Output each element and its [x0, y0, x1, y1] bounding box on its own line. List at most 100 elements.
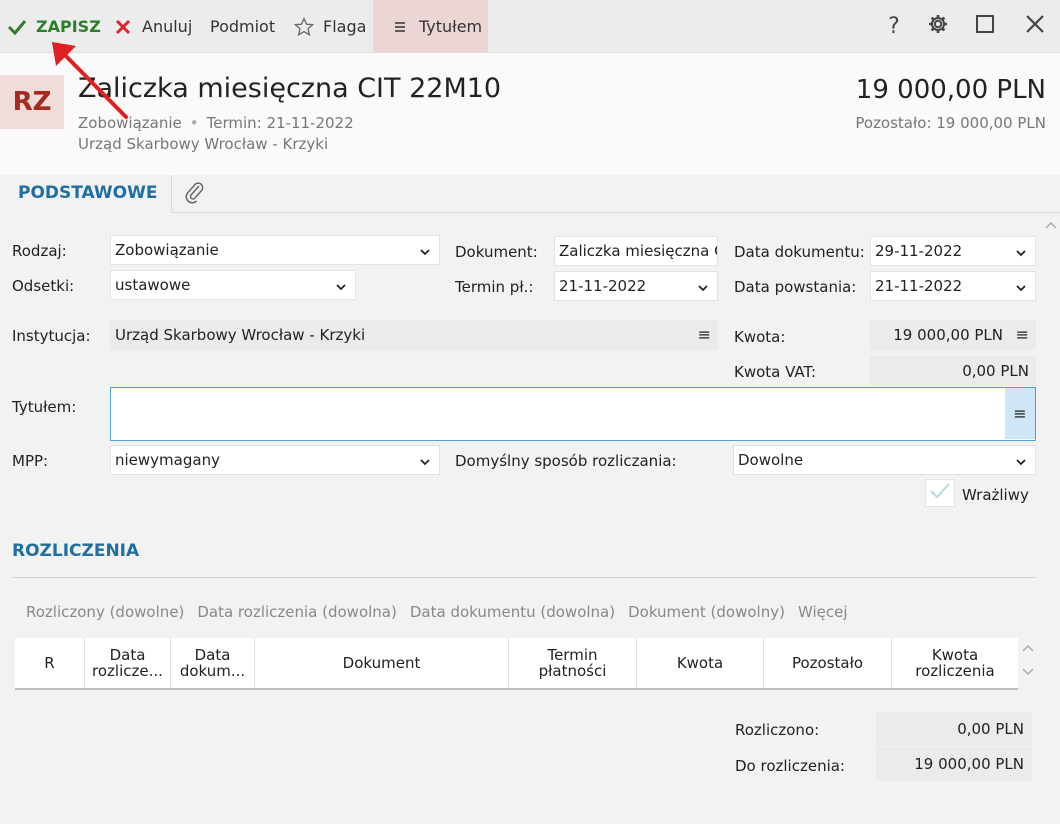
record-header: RZ Zaliczka miesięczna CIT 22M10 Zobowią…: [0, 53, 1060, 175]
chevron-down-icon: [1015, 454, 1027, 466]
subject-label: Podmiot: [210, 17, 276, 36]
rodzaj-value: Zobowiązanie: [115, 241, 219, 259]
menu-lines-icon[interactable]: ≡: [698, 325, 711, 344]
star-outline-icon: [293, 16, 315, 38]
gear-icon: [927, 13, 949, 41]
chevron-down-icon: [697, 280, 709, 292]
column-header-settlement-date[interactable]: Data rozlicze...: [85, 638, 171, 688]
table-scroll-arrows[interactable]: [1019, 640, 1037, 690]
menu-lines-icon: ≡: [1013, 404, 1027, 423]
sposob-value: Dowolne: [738, 451, 804, 469]
help-button[interactable]: ?: [876, 0, 912, 53]
termin-date-picker[interactable]: 21-11-2022: [554, 271, 718, 301]
odsetki-value: ustawowe: [115, 276, 191, 294]
square-icon: [975, 14, 995, 40]
kwota-value: 19 000,00 PLN: [893, 326, 1003, 344]
column-header-document[interactable]: Dokument: [255, 638, 509, 688]
dokument-value: Zaliczka miesięczna C: [559, 242, 717, 260]
flag-label: Flaga: [323, 17, 367, 36]
tab-bar: PODSTAWOWE: [0, 175, 1060, 213]
data-dokumentu-label: Data dokumentu:: [734, 243, 865, 261]
record-remaining: Pozostało: 19 000,00 PLN: [855, 114, 1046, 132]
flag-button[interactable]: Flaga: [293, 0, 366, 53]
odsetki-select[interactable]: ustawowe: [110, 270, 356, 300]
save-button[interactable]: ZAPISZ: [6, 0, 101, 53]
check-icon: [929, 482, 951, 504]
rozliczono-value: 0,00 PLN: [876, 712, 1032, 746]
chevron-down-icon: [419, 454, 431, 466]
chevron-down-icon: [419, 244, 431, 256]
dokument-input[interactable]: Zaliczka miesięczna C: [554, 236, 718, 266]
sposob-select[interactable]: Dowolne: [733, 445, 1036, 475]
kwota-vat-value: 0,00 PLN: [962, 362, 1029, 380]
tytulem-textarea[interactable]: ≡: [110, 387, 1036, 441]
rozliczono-label: Rozliczono:: [735, 721, 820, 739]
column-header-due-date[interactable]: Termin płatności: [509, 638, 637, 688]
record-type: Zobowiązanie: [78, 114, 182, 132]
kwota-field[interactable]: 19 000,00 PLN ≡: [870, 320, 1036, 350]
close-button[interactable]: [1017, 0, 1053, 53]
dokument-label: Dokument:: [455, 243, 538, 261]
wrazliwy-label: Wrażliwy: [962, 486, 1029, 504]
column-header-document-date[interactable]: Data dokum...: [171, 638, 255, 688]
record-title: Zaliczka miesięczna CIT 22M10: [78, 73, 502, 104]
scroll-up-arrow[interactable]: [1045, 218, 1057, 232]
mpp-select[interactable]: niewymagany: [110, 445, 440, 475]
instytucja-value: Urząd Skarbowy Wrocław - Krzyki: [115, 326, 366, 344]
maximize-button[interactable]: [967, 0, 1003, 53]
column-header-r[interactable]: R: [15, 638, 85, 688]
tytulem-label: Tytułem:: [12, 398, 77, 416]
data-powstania-label: Data powstania:: [734, 278, 857, 296]
termin-label: Termin pł.:: [455, 278, 534, 296]
odsetki-label: Odsetki:: [12, 277, 75, 295]
chevron-down-icon: [1015, 280, 1027, 292]
settlements-title: ROZLICZENIA: [12, 541, 140, 561]
cancel-button[interactable]: Anuluj: [112, 0, 192, 53]
check-icon: [6, 16, 28, 38]
kwota-label: Kwota:: [734, 328, 786, 346]
tytulem-menu-button[interactable]: ≡: [1005, 388, 1035, 439]
data-dokumentu-picker[interactable]: 29-11-2022: [870, 236, 1036, 266]
sposob-label: Domyślny sposób rozliczania:: [455, 452, 677, 470]
separator-dot: •: [189, 114, 199, 132]
record-type-badge: RZ: [0, 75, 64, 129]
title-button[interactable]: Tytułem: [373, 0, 488, 53]
rodzaj-label: Rodzaj:: [12, 242, 67, 260]
filter-more[interactable]: Więcej: [798, 603, 848, 621]
instytucja-field[interactable]: Urząd Skarbowy Wrocław - Krzyki ≡: [110, 320, 718, 350]
filter-document[interactable]: Dokument (dowolny): [628, 603, 785, 621]
mpp-label: MPP:: [12, 452, 49, 470]
column-header-remaining[interactable]: Pozostało: [764, 638, 892, 688]
title-label: Tytułem: [419, 17, 483, 36]
settlement-filters: Rozliczony (dowolne) Data rozliczenia (do…: [26, 603, 861, 621]
paperclip-icon: [184, 180, 206, 208]
data-dokumentu-value: 29-11-2022: [875, 242, 963, 260]
subject-button[interactable]: Podmiot: [210, 0, 275, 53]
wrazliwy-checkbox[interactable]: [925, 479, 955, 507]
record-deadline: Termin: 21-11-2022: [206, 114, 354, 132]
chevron-down-icon: [335, 279, 347, 291]
column-header-amount[interactable]: Kwota: [637, 638, 764, 688]
filter-settled[interactable]: Rozliczony (dowolne): [26, 603, 184, 621]
rodzaj-select[interactable]: Zobowiązanie: [110, 235, 440, 265]
divider: [12, 577, 1036, 578]
record-institution: Urząd Skarbowy Wrocław - Krzyki: [78, 135, 329, 153]
filter-settlement-date[interactable]: Data rozliczenia (dowolna): [197, 603, 397, 621]
filter-document-date[interactable]: Data dokumentu (dowolna): [410, 603, 615, 621]
data-powstania-picker[interactable]: 21-11-2022: [870, 271, 1036, 301]
instytucja-label: Instytucja:: [12, 327, 91, 345]
column-header-settlement-amount[interactable]: Kwota rozliczenia: [892, 638, 1018, 688]
x-icon: [112, 16, 134, 38]
close-icon: [1025, 14, 1045, 40]
tab-attachments[interactable]: [180, 175, 210, 213]
menu-lines-icon: [389, 16, 411, 38]
kwota-vat-label: Kwota VAT:: [734, 363, 817, 381]
do-rozliczenia-label: Do rozliczenia:: [735, 757, 845, 775]
settings-button[interactable]: [920, 0, 956, 53]
settlements-table-header: R Data rozlicze... Data dokum... Dokumen…: [15, 638, 1018, 690]
tab-basic[interactable]: PODSTAWOWE: [0, 175, 172, 213]
cancel-label: Anuluj: [142, 17, 193, 36]
record-amount: 19 000,00 PLN: [855, 75, 1046, 105]
menu-lines-icon[interactable]: ≡: [1016, 325, 1029, 344]
mpp-value: niewymagany: [115, 451, 220, 469]
